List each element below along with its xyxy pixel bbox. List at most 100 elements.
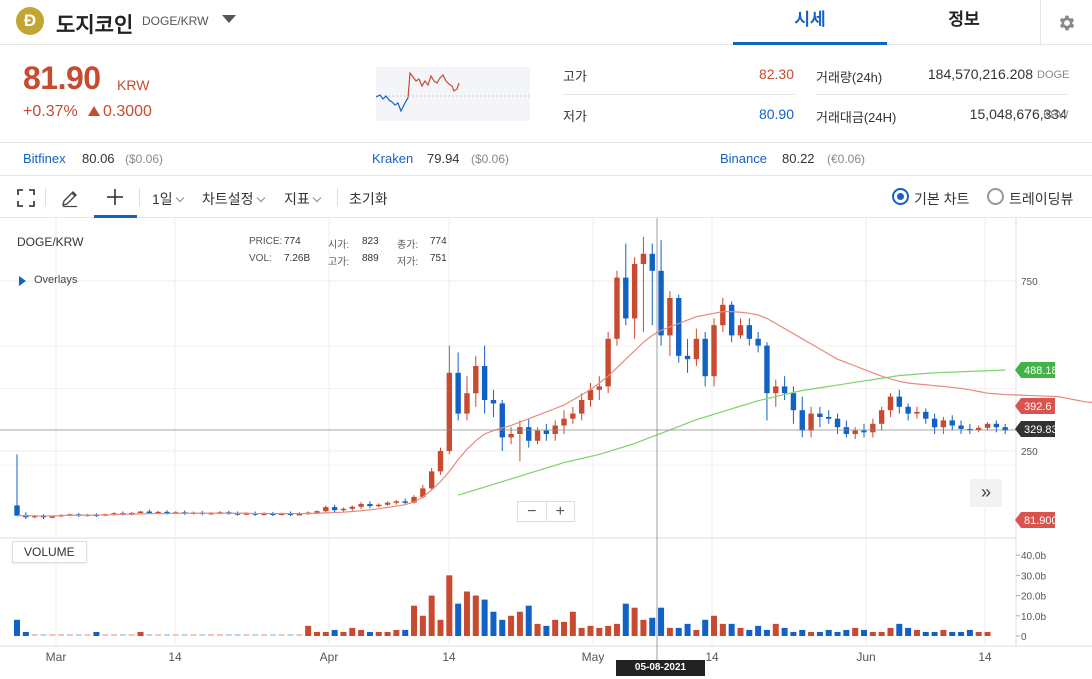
candle-body	[728, 304, 735, 336]
fullscreen-icon[interactable]	[17, 189, 35, 207]
x-tick-label: Jun	[856, 650, 875, 664]
candle-body	[737, 325, 744, 336]
candle-body	[861, 430, 867, 433]
indicators-dropdown[interactable]: 지표	[284, 189, 322, 209]
candle-body	[534, 430, 541, 441]
candle-body	[720, 304, 726, 326]
chevron-down-icon	[175, 193, 184, 203]
volume-bar	[437, 619, 444, 636]
candle-body	[526, 427, 532, 441]
volume-panel-label[interactable]: VOLUME	[12, 541, 87, 563]
volume-bar	[58, 633, 65, 636]
volume-bar	[958, 631, 965, 636]
low-label: 저가	[563, 109, 587, 124]
tab-quote[interactable]: 시세	[733, 0, 887, 45]
volume-bar	[922, 631, 929, 636]
candle-body	[393, 501, 400, 503]
basic-chart-label[interactable]: 기본 차트	[914, 189, 969, 209]
volume-bar	[340, 631, 347, 636]
candle-body	[799, 410, 805, 431]
candle-body	[781, 386, 788, 394]
candle-body	[561, 418, 567, 426]
candle-body	[490, 400, 497, 404]
zoom-in-button[interactable]: +	[547, 502, 575, 521]
divider	[563, 94, 795, 95]
ohlc-open-value: 823	[362, 236, 379, 247]
volume-bar	[155, 633, 162, 636]
candle-body	[517, 427, 523, 434]
ma-long-price-tag: 488.18	[1024, 365, 1058, 377]
zoom-out-button[interactable]: −	[518, 502, 547, 521]
candle-body	[578, 400, 585, 414]
reset-button[interactable]: 초기화	[349, 189, 388, 209]
exchange-bitfinex-name[interactable]: Bitfinex	[23, 151, 66, 166]
chevron-down-icon[interactable]	[222, 15, 236, 23]
overlays-toggle[interactable]: Overlays	[34, 274, 77, 286]
trading-view-radio[interactable]	[987, 188, 1004, 205]
exchange-binance-name[interactable]: Binance	[720, 151, 767, 166]
volume-bar	[499, 619, 506, 636]
volume-bar	[781, 627, 788, 636]
candle-body	[464, 393, 470, 414]
candle-body	[146, 511, 153, 514]
crosshair-tool-button[interactable]	[94, 176, 137, 218]
candle-body	[473, 366, 479, 394]
last-price-tag: 81.900	[1024, 515, 1058, 527]
interval-dropdown[interactable]: 1일	[152, 189, 184, 209]
volume-bar	[869, 631, 876, 636]
candle-body	[878, 410, 885, 424]
caret-right-icon[interactable]	[19, 276, 26, 286]
exchange-bitfinex-price: 80.06	[82, 151, 115, 166]
candle-body	[437, 451, 444, 472]
candle-body	[367, 504, 373, 507]
price-chart-area[interactable]: Mar 14 Apr 14 May 14 Jun 14 750 250 40.0b 30.0b 20.0…	[0, 218, 1092, 679]
candle-body	[790, 393, 797, 411]
volume-bar	[384, 631, 391, 636]
candle-body	[323, 507, 329, 512]
volume-bar	[472, 595, 479, 636]
volume-bar	[419, 615, 426, 636]
x-tick-label: 14	[168, 650, 182, 664]
candle-body	[331, 507, 338, 511]
trading-view-label[interactable]: 트레이딩뷰	[1009, 189, 1073, 209]
volume-bar	[984, 631, 991, 636]
ohlc-high-value: 889	[362, 253, 379, 264]
jump-to-latest-button[interactable]: »	[970, 479, 1002, 507]
ohlc-price-value: 774	[284, 236, 301, 247]
volume-bar	[261, 633, 268, 636]
candle-body	[746, 325, 753, 339]
candle-body	[543, 430, 550, 434]
volume-bar	[887, 627, 894, 636]
basic-chart-radio[interactable]	[892, 188, 909, 205]
candle-body	[376, 504, 382, 507]
volume-bar	[596, 627, 603, 636]
volume-tick-label: 20.0b	[1021, 592, 1046, 603]
tab-info[interactable]: 정보	[887, 0, 1041, 45]
x-tick-label: May	[582, 650, 605, 664]
volume-bar	[931, 631, 938, 636]
exchange-bitfinex-converted: ($0.06)	[125, 152, 164, 166]
chart-settings-dropdown[interactable]: 차트설정	[202, 189, 265, 209]
amount-24h-value: 15,048,676,334	[969, 106, 1067, 122]
candle-body	[349, 506, 355, 509]
volume-bar	[84, 633, 91, 636]
candle-body	[314, 511, 320, 513]
candle-body	[773, 386, 779, 394]
volume-bar	[834, 631, 841, 636]
candle-body	[605, 338, 611, 387]
volume-24h-unit: DOGE	[1037, 69, 1070, 81]
candle-body	[676, 298, 682, 356]
volume-bar	[269, 633, 276, 636]
volume-bar	[313, 631, 320, 636]
volume-bar	[40, 633, 47, 636]
volume-bar	[181, 633, 188, 636]
y-tick-label: 750	[1021, 277, 1038, 288]
settings-gear-button[interactable]	[1040, 0, 1092, 45]
candlestick-chart[interactable]: Mar 14 Apr 14 May 14 Jun 14 750 250 40.0b 30.0b 20.0…	[0, 218, 1092, 679]
ohlc-high-label: 고가:	[328, 257, 350, 268]
volume-bar	[816, 631, 823, 636]
candle-body	[667, 298, 673, 336]
volume-bar	[693, 629, 700, 636]
exchange-kraken-name[interactable]: Kraken	[372, 151, 413, 166]
pencil-draw-icon[interactable]	[60, 188, 80, 208]
